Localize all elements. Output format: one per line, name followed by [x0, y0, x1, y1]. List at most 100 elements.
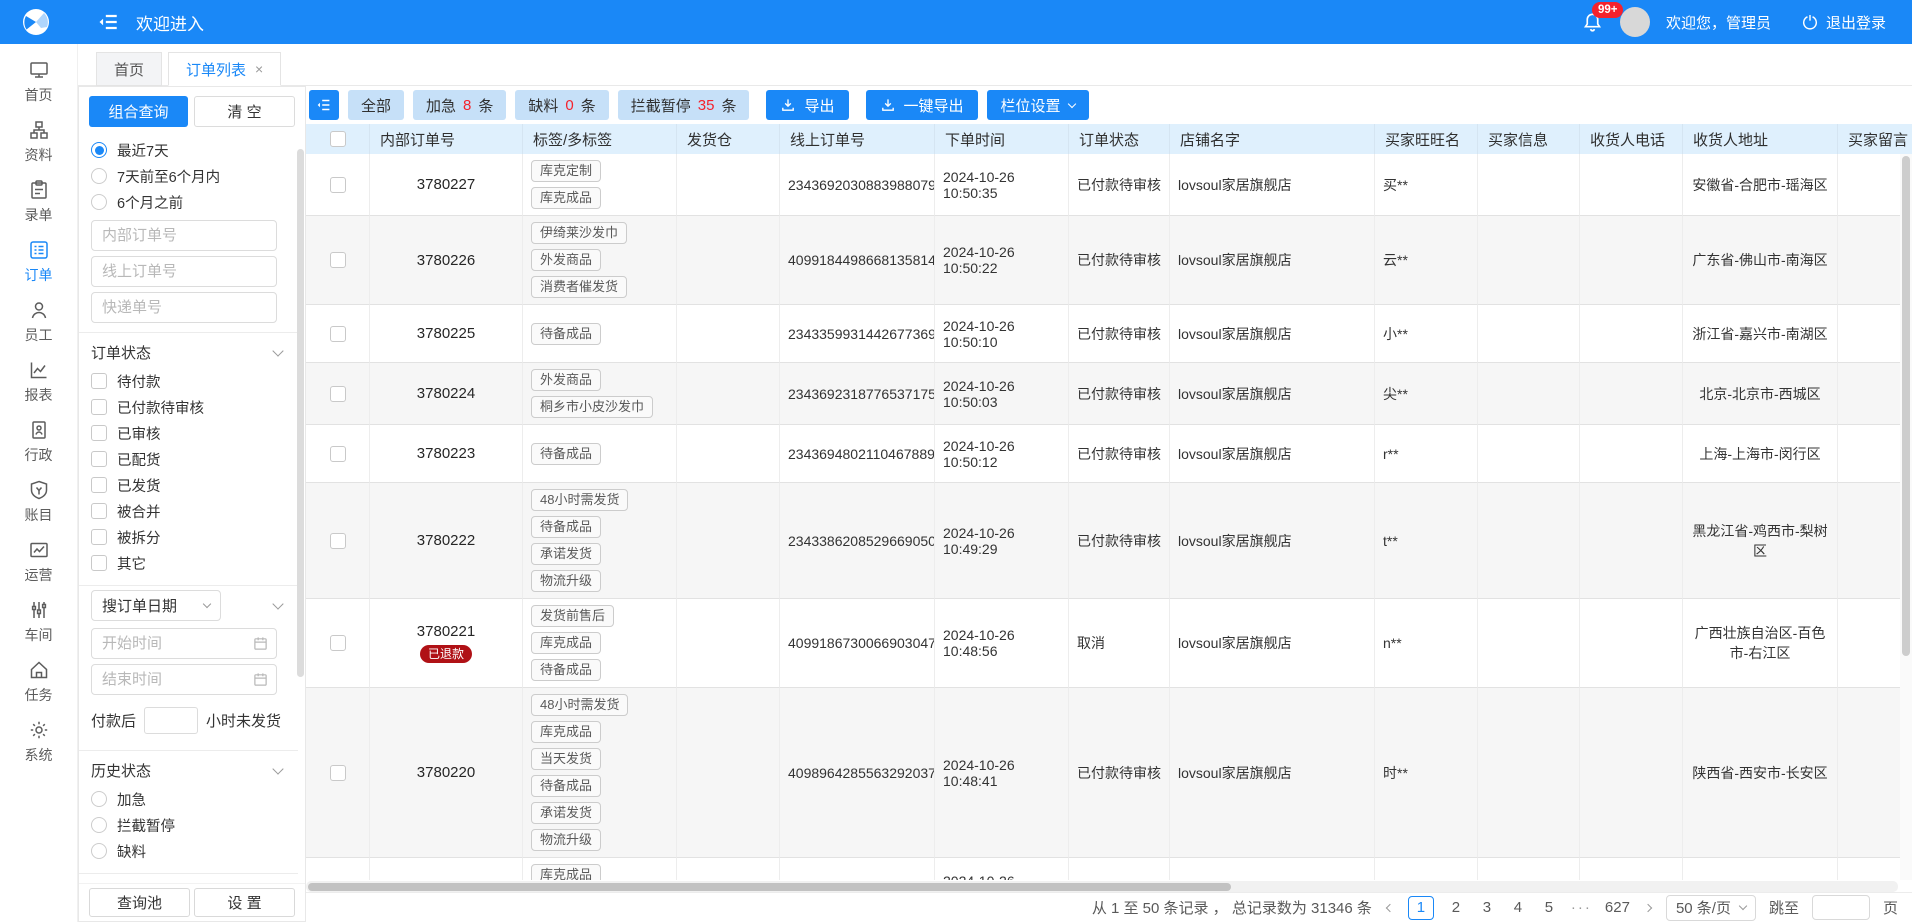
- filter-settings-button[interactable]: 设 置: [194, 888, 295, 917]
- tab-order-list[interactable]: 订单列表 ×: [168, 52, 281, 86]
- radio-option[interactable]: 加急: [79, 786, 298, 812]
- date-type-select[interactable]: 搜订单日期: [91, 590, 221, 621]
- notifications-button[interactable]: 99+: [1581, 11, 1604, 34]
- sidebar-item-entry[interactable]: 录单: [0, 172, 77, 232]
- sidebar-item-workshop[interactable]: 车间: [0, 592, 77, 652]
- sidebar-item-accounts[interactable]: 账目: [0, 472, 77, 532]
- internal-order-input[interactable]: [91, 220, 277, 251]
- filter-urgent-button[interactable]: 加急8条: [413, 90, 506, 120]
- chevron-down-icon[interactable]: [272, 598, 283, 609]
- page-button-4[interactable]: 4: [1509, 899, 1527, 916]
- checkbox-option[interactable]: 其它: [79, 550, 298, 576]
- checkbox-icon: [91, 503, 107, 519]
- option-label: 最近7天: [117, 140, 169, 161]
- start-time-input[interactable]: [91, 628, 277, 659]
- order-time-cell: 2024-10-26 10:50:10: [935, 305, 1069, 363]
- checkbox-option[interactable]: 待付款: [79, 368, 298, 394]
- row-checkbox[interactable]: [330, 386, 346, 402]
- table-horizontal-scrollbar[interactable]: [306, 881, 1898, 892]
- next-page-button[interactable]: [1643, 905, 1653, 911]
- sidebar-item-tasks[interactable]: 任务: [0, 652, 77, 712]
- page-button-1[interactable]: 1: [1408, 896, 1434, 920]
- checkbox-option[interactable]: 被拆分: [79, 524, 298, 550]
- checkbox-option[interactable]: 已付款待审核: [79, 394, 298, 420]
- columns-settings-button[interactable]: 栏位设置: [987, 90, 1089, 120]
- logout-button[interactable]: 退出登录: [1801, 12, 1886, 33]
- filter-missing-material-button[interactable]: 缺料0条: [515, 90, 608, 120]
- cell-value: 买**: [1383, 175, 1408, 195]
- table-row[interactable]: 3780221已退款发货前售后库克成品待备成品40991867300669030…: [306, 599, 1912, 688]
- receiver-phone-cell: [1580, 154, 1683, 216]
- table-row[interactable]: 3780219库克成品待备成品40992450150930893152024-1…: [306, 858, 1912, 880]
- row-checkbox[interactable]: [330, 177, 346, 193]
- checkbox-option[interactable]: 已配货: [79, 446, 298, 472]
- combo-query-button[interactable]: 组合查询: [89, 96, 188, 127]
- table-vertical-scrollbar[interactable]: [1900, 154, 1912, 880]
- prev-page-button[interactable]: [1385, 905, 1395, 911]
- scrollbar-thumb[interactable]: [308, 883, 1231, 891]
- sidebar-item-system[interactable]: 系统: [0, 712, 77, 772]
- cell-value: r**: [1383, 446, 1399, 462]
- cell-value: 已付款待审核: [1077, 250, 1161, 270]
- end-time-input[interactable]: [91, 664, 277, 695]
- checkbox-option[interactable]: 被合并: [79, 498, 298, 524]
- checkbox-option[interactable]: 已审核: [79, 420, 298, 446]
- table-row[interactable]: 378022048小时需发货库克成品当天发货待备成品承诺发货物流升级409896…: [306, 688, 1912, 858]
- app-logo-icon[interactable]: [20, 6, 52, 38]
- export-all-button[interactable]: 一键导出: [866, 90, 978, 120]
- sidebar-item-operations[interactable]: 运营: [0, 532, 77, 592]
- express-number-input[interactable]: [91, 292, 277, 323]
- page-size-select[interactable]: 50 条/页: [1666, 895, 1756, 921]
- row-checkbox[interactable]: [330, 326, 346, 342]
- export-button[interactable]: 导出: [766, 90, 848, 120]
- filter-all-button[interactable]: 全部: [348, 90, 404, 120]
- buyer-info-cell: [1478, 154, 1580, 216]
- checkbox-option[interactable]: 已发货: [79, 472, 298, 498]
- radio-option[interactable]: 缺料: [79, 838, 298, 864]
- close-tab-icon[interactable]: ×: [255, 61, 263, 77]
- tab-home[interactable]: 首页: [96, 52, 162, 86]
- sidebar-item-staff[interactable]: 员工: [0, 292, 77, 352]
- radio-option[interactable]: 6个月之前: [79, 189, 298, 215]
- scrollbar-thumb[interactable]: [1902, 156, 1910, 656]
- jump-page-input[interactable]: [1812, 895, 1870, 920]
- list-view-toggle-button[interactable]: [309, 90, 339, 120]
- sidebar-item-reports[interactable]: 报表: [0, 352, 77, 412]
- table-row[interactable]: 3780225待备成品23433599314426773692024-10-26…: [306, 305, 1912, 363]
- page-button-5[interactable]: 5: [1540, 899, 1558, 916]
- page-button-2[interactable]: 2: [1447, 899, 1465, 916]
- pay-hours-input[interactable]: [144, 707, 198, 734]
- radio-option[interactable]: 7天前至6个月内: [79, 163, 298, 189]
- avatar[interactable]: [1620, 7, 1650, 37]
- select-all-checkbox[interactable]: [330, 131, 346, 147]
- order-time-cell: 2024-10-26 10:50:35: [935, 154, 1069, 216]
- filter-intercepted-button[interactable]: 拦截暂停35条: [618, 90, 750, 120]
- clear-button[interactable]: 清 空: [194, 96, 295, 127]
- filter-scrollbar[interactable]: [297, 149, 304, 677]
- row-checkbox[interactable]: [330, 533, 346, 549]
- radio-option[interactable]: 最近7天: [79, 137, 298, 163]
- menu-fold-icon[interactable]: [96, 10, 120, 34]
- row-checkbox[interactable]: [330, 765, 346, 781]
- online-order-input[interactable]: [91, 256, 277, 287]
- sidebar-item-orders[interactable]: 订单: [0, 232, 77, 292]
- sidebar-item-admin[interactable]: 行政: [0, 412, 77, 472]
- page-button-3[interactable]: 3: [1478, 899, 1496, 916]
- row-checkbox[interactable]: [330, 252, 346, 268]
- row-checkbox[interactable]: [330, 446, 346, 462]
- chevron-down-icon[interactable]: [272, 345, 283, 356]
- table-row[interactable]: 3780223待备成品23436948021104678892024-10-26…: [306, 425, 1912, 483]
- chevron-down-icon[interactable]: [272, 763, 283, 774]
- page-button-last[interactable]: 627: [1605, 899, 1630, 916]
- sidebar-item-home[interactable]: 首页: [0, 52, 77, 112]
- table-row[interactable]: 3780224外发商品桐乡市小皮沙发巾234369231877653717520…: [306, 363, 1912, 425]
- buyer-wangwang-cell: 买**: [1375, 154, 1478, 216]
- table-row[interactable]: 378022248小时需发货待备成品承诺发货物流升级23433862085296…: [306, 483, 1912, 599]
- sidebar-item-materials[interactable]: 资料: [0, 112, 77, 172]
- query-pool-button[interactable]: 查询池: [89, 888, 190, 917]
- table-row[interactable]: 3780226伊绮莱沙发巾外发商品消费者催发货40991844986681358…: [306, 216, 1912, 305]
- row-checkbox[interactable]: [330, 635, 346, 651]
- radio-option[interactable]: 拦截暂停: [79, 812, 298, 838]
- col-buyer-wangwang: 买家旺旺名: [1375, 124, 1478, 154]
- table-row[interactable]: 3780227库克定制库克成品23436920308839880792024-1…: [306, 154, 1912, 216]
